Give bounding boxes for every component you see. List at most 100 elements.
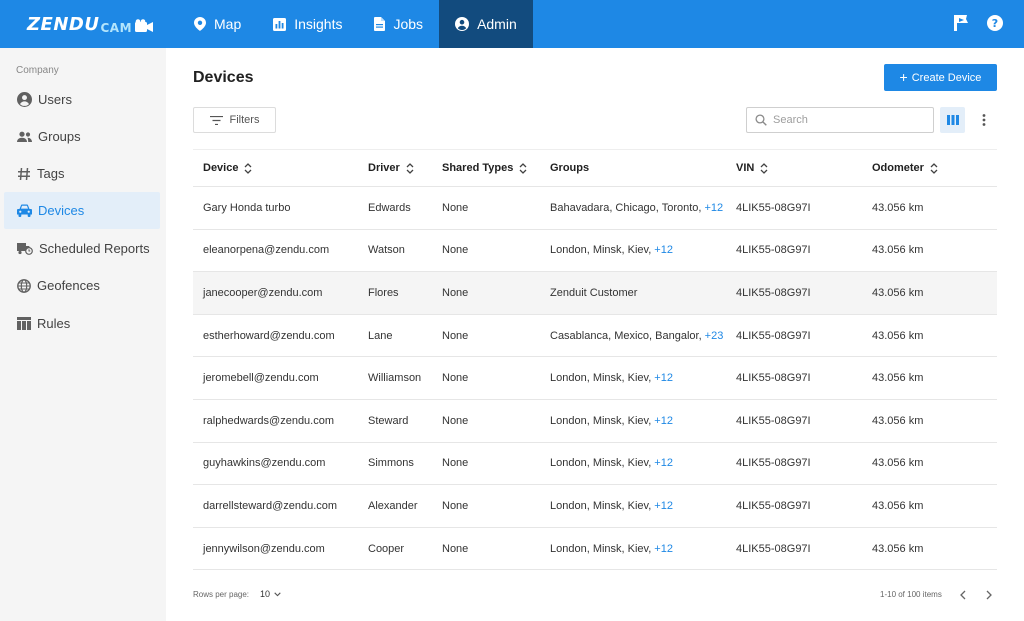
column-header-driver[interactable]: Driver (358, 162, 432, 174)
table-row[interactable]: jeromebell@zendu.com Williamson None Lon… (193, 357, 997, 400)
vin-cell: 4LIK55-08G97I (736, 244, 811, 257)
search-input[interactable] (773, 114, 923, 126)
rows-per-page-label: Rows per page: (193, 590, 250, 599)
create-device-label: Create Device (911, 71, 982, 84)
sort-icon[interactable] (519, 162, 527, 174)
groups-text: London, Minsk, Kiev, (550, 414, 652, 427)
column-header-device[interactable]: Device (193, 162, 358, 174)
groups-cell: Casablanca, Mexico, Bangalor, +23 (540, 330, 726, 342)
account-circle-icon (455, 17, 470, 31)
groups-text: London, Minsk, Kiev, (550, 372, 652, 385)
groups-more-link[interactable]: +12 (654, 415, 673, 427)
device-cell: guyhawkins@zendu.com (203, 457, 326, 470)
sidebar-item-groups[interactable]: Groups (4, 118, 160, 155)
groups-cell: London, Minsk, Kiev, +12 (540, 244, 726, 256)
sidebar-item-label: Geofences (37, 278, 100, 293)
driver-cell: Flores (368, 286, 399, 299)
document-icon (374, 17, 386, 31)
logo[interactable]: ZENDU CAM (27, 14, 154, 34)
sidebar-item-label: Users (38, 92, 72, 107)
groups-cell: London, Minsk, Kiev, +12 (540, 543, 726, 555)
create-device-button[interactable]: + Create Device (884, 64, 997, 91)
sidebar: Company Users Groups Tags Devices Schedu… (0, 48, 166, 621)
groups-text: Zenduit Customer (550, 286, 638, 299)
table-row[interactable]: ralphedwards@zendu.com Steward None Lond… (193, 400, 997, 443)
device-cell: estherhoward@zendu.com (203, 329, 335, 342)
sidebar-item-tags[interactable]: Tags (4, 155, 160, 192)
column-header-vin[interactable]: VIN (726, 162, 862, 174)
help-icon[interactable]: ? (986, 14, 1004, 32)
more-options-button[interactable] (976, 110, 992, 130)
table-row[interactable]: eleanorpena@zendu.com Watson None London… (193, 230, 997, 273)
main-nav: Map Insights Jobs Admin (178, 0, 533, 48)
sidebar-item-rules[interactable]: Rules (4, 305, 160, 342)
column-header-label: Shared Types (442, 162, 514, 174)
groups-more-link[interactable]: +12 (654, 543, 673, 555)
next-page-button[interactable] (982, 588, 996, 602)
table-row[interactable]: estherhoward@zendu.com Lane None Casabla… (193, 315, 997, 358)
table-row[interactable]: janecooper@zendu.com Flores None Zenduit… (193, 272, 997, 315)
nav-insights[interactable]: Insights (257, 0, 358, 48)
rows-per-page-select[interactable]: 10 (260, 589, 281, 599)
groups-more-link[interactable]: +12 (654, 457, 673, 469)
chevron-down-icon (274, 591, 281, 596)
groups-more-link[interactable]: +12 (654, 372, 673, 384)
groups-text: London, Minsk, Kiev, (550, 542, 652, 555)
driver-cell: Edwards (368, 201, 411, 214)
column-header-shared-types[interactable]: Shared Types (432, 162, 540, 174)
shared-types-cell: None (442, 244, 469, 257)
groups-more-link[interactable]: +12 (704, 202, 723, 214)
devices-table: Device Driver Shared Types Groups VIN Od… (193, 149, 997, 571)
odometer-cell: 43.056 km (872, 244, 924, 257)
sort-icon[interactable] (760, 162, 768, 174)
sort-icon[interactable] (406, 162, 414, 174)
vin-cell: 4LIK55-08G97I (736, 372, 811, 385)
nav-jobs[interactable]: Jobs (358, 0, 439, 48)
sort-icon[interactable] (930, 162, 938, 174)
filters-button[interactable]: Filters (193, 107, 276, 133)
table-row[interactable]: darrellsteward@zendu.com Alexander None … (193, 485, 997, 528)
vin-cell: 4LIK55-08G97I (736, 414, 811, 427)
account-circle-icon (17, 92, 32, 107)
shared-types-cell: None (442, 286, 469, 299)
column-view-button[interactable] (940, 107, 965, 133)
device-cell: jeromebell@zendu.com (203, 372, 319, 385)
table-row[interactable]: jennywilson@zendu.com Cooper None London… (193, 528, 997, 571)
sidebar-item-label: Scheduled Reports (39, 241, 150, 256)
column-header-odometer[interactable]: Odometer (862, 162, 997, 174)
sidebar-item-users[interactable]: Users (4, 81, 160, 118)
groups-more-link[interactable]: +12 (654, 500, 673, 512)
filter-icon (209, 115, 223, 125)
column-header-label: Driver (368, 162, 400, 174)
vin-cell: 4LIK55-08G97I (736, 286, 811, 299)
vin-cell: 4LIK55-08G97I (736, 201, 811, 214)
groups-more-link[interactable]: +12 (654, 244, 673, 256)
svg-text:?: ? (992, 17, 998, 30)
chevron-left-icon (960, 590, 966, 600)
shared-types-cell: None (442, 457, 469, 470)
sort-icon[interactable] (244, 162, 252, 174)
nav-map[interactable]: Map (178, 0, 257, 48)
groups-more-link[interactable]: +23 (705, 330, 724, 342)
flag-icon[interactable] (953, 14, 969, 32)
truck-clock-icon (17, 243, 33, 255)
previous-page-button[interactable] (956, 588, 970, 602)
groups-cell: London, Minsk, Kiev, +12 (540, 415, 726, 427)
sidebar-item-scheduled-reports[interactable]: Scheduled Reports (4, 230, 160, 267)
sidebar-item-devices[interactable]: Devices (4, 192, 160, 229)
pagination-range: 1-10 of 100 items (880, 590, 942, 599)
nav-admin[interactable]: Admin (439, 0, 533, 48)
chart-icon (273, 17, 287, 31)
shared-types-cell: None (442, 372, 469, 385)
driver-cell: Lane (368, 329, 393, 342)
table-row[interactable]: guyhawkins@zendu.com Simmons None London… (193, 443, 997, 486)
groups-text: Bahavadara, Chicago, Toronto, (550, 201, 702, 214)
page-title: Devices (193, 69, 254, 86)
odometer-cell: 43.056 km (872, 499, 924, 512)
table-row[interactable]: Gary Honda turbo Edwards None Bahavadara… (193, 187, 997, 230)
nav-label: Insights (294, 16, 343, 32)
shared-types-cell: None (442, 201, 469, 214)
column-header-label: Odometer (872, 162, 924, 174)
driver-cell: Watson (368, 244, 405, 257)
sidebar-item-geofences[interactable]: Geofences (4, 267, 160, 304)
